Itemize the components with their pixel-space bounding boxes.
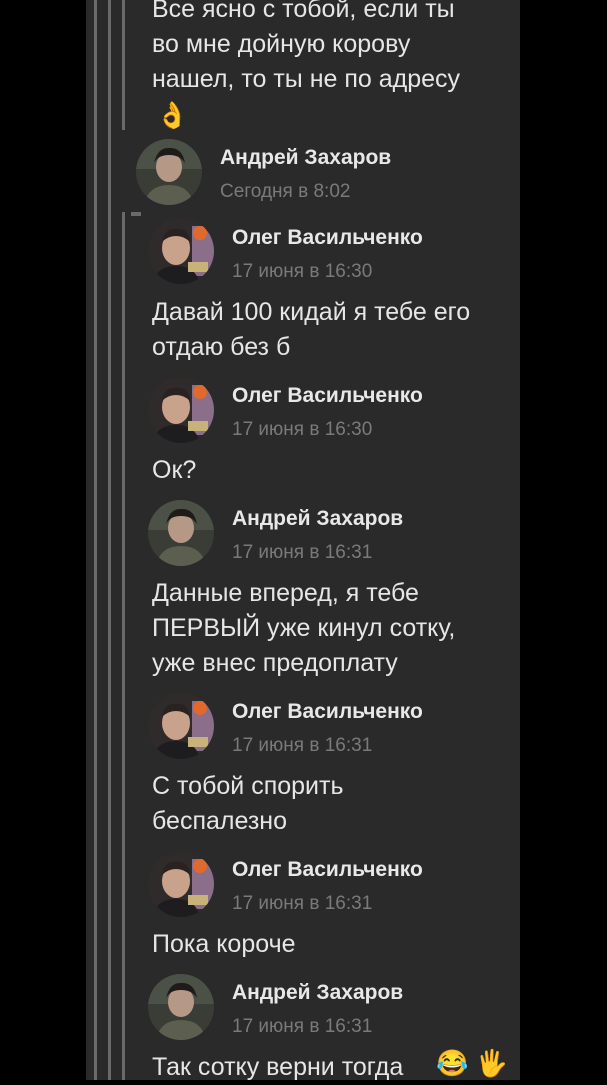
timestamp: 17 июня в 16:31 [232,542,373,563]
avatar[interactable] [148,218,214,284]
message-line: С тобой спорить [152,772,344,800]
avatar[interactable] [148,974,214,1040]
avatar-image [148,851,214,917]
message-line: Данные вперед, я тебе [152,579,419,607]
message-line: уже внес предоплату [152,649,398,677]
author-name[interactable]: Олег Васильченко [232,384,423,408]
message-line: Пока короче [152,930,296,958]
thread-rule [108,0,111,1080]
avatar-image [148,974,214,1040]
avatar-image [136,139,202,205]
timestamp: 17 июня в 16:30 [232,419,373,440]
avatar-image [148,377,214,443]
avatar-image [148,693,214,759]
thread-rule [122,0,125,130]
author-name[interactable]: Андрей Захаров [232,981,403,1005]
message-line: отдаю без б [152,333,291,361]
avatar[interactable] [148,500,214,566]
timestamp: Сегодня в 8:02 [220,181,351,202]
timestamp: 17 июня в 16:31 [232,735,373,756]
avatar[interactable] [136,139,202,205]
avatar[interactable] [148,693,214,759]
message-line: Давай 100 кидай я тебе его [152,298,471,326]
thread-rule [94,0,97,1080]
thread-rule [131,212,141,216]
ok-hand-emoji: 👌 [156,100,189,130]
message-line: Все ясно с тобой, если ты [152,0,455,23]
avatar[interactable] [148,377,214,443]
timestamp: 17 июня в 16:30 [232,261,373,282]
message-line: во мне дойную корову [152,30,411,58]
message-line: беспалезно [152,807,287,835]
author-name[interactable]: Олег Васильченко [232,700,423,724]
author-name[interactable]: Олег Васильченко [232,858,423,882]
laugh-wave-emoji: 😂 🖐 [436,1048,508,1078]
timestamp: 17 июня в 16:31 [232,893,373,914]
author-name[interactable]: Олег Васильченко [232,226,423,250]
author-name[interactable]: Андрей Захаров [220,146,391,170]
avatar-image [148,500,214,566]
avatar-image [148,218,214,284]
thread-rule [122,212,125,1080]
author-name[interactable]: Андрей Захаров [232,507,403,531]
message-line: нашел, то ты не по адресу [152,65,461,93]
avatar[interactable] [148,851,214,917]
message-line: Ок? [152,456,197,484]
thread-panel: Все ясно с тобой, если ты во мне дойную … [86,0,520,1081]
message-line: ПЕРВЫЙ уже кинул сотку, [152,614,456,642]
timestamp: 17 июня в 16:31 [232,1016,373,1037]
